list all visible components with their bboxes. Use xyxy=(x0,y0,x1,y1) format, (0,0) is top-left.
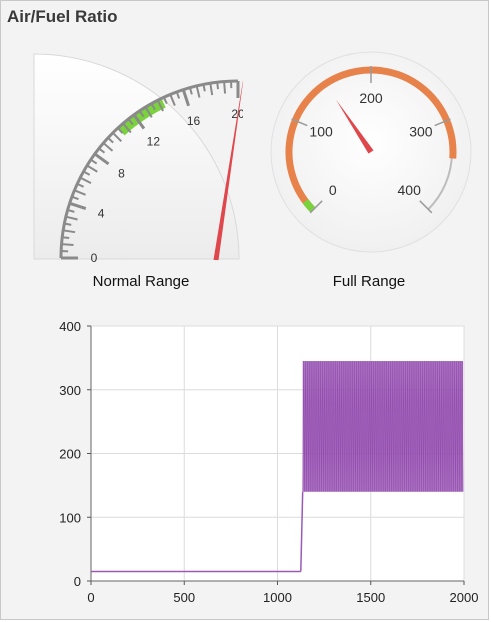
y-tick-label: 0 xyxy=(74,574,81,589)
y-tick-label: 300 xyxy=(59,383,81,398)
x-tick-label: 2000 xyxy=(450,590,479,605)
air-fuel-ratio-panel: Air/Fuel Ratio 0 4 8 12 16 20 Normal Range 01… xyxy=(0,0,489,620)
y-tick-label: 100 xyxy=(59,510,81,525)
air-fuel-ratio-chart: 0 500 1000 1500 2000 0 100 200 300 400 xyxy=(59,319,479,605)
y-tick-label: 400 xyxy=(59,319,81,334)
y-tick-label: 200 xyxy=(59,447,81,462)
x-tick-label: 1000 xyxy=(263,590,292,605)
x-tick-label: 0 xyxy=(87,590,94,605)
x-tick-label: 1500 xyxy=(356,590,385,605)
x-tick-label: 500 xyxy=(173,590,195,605)
